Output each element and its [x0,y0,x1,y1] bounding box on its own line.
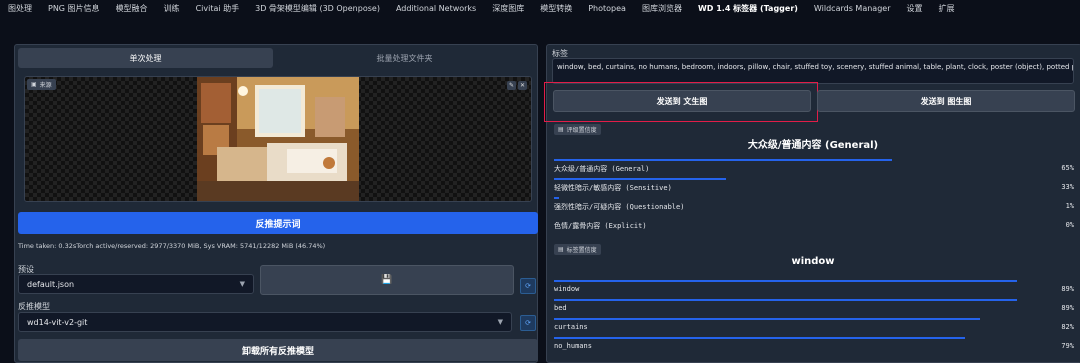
tag-row: bed 89% [554,299,1074,317]
rating-name: 色情/露骨内容 (Explicit) [554,222,647,230]
tab-train[interactable]: 训练 [156,0,188,18]
model-value: wd14-vit-v2-git [27,317,88,327]
mode-tabs: 单次处理 批量处理文件夹 [18,48,532,68]
tag-confidence-label-text: 标签置信度 [566,247,597,254]
tab-image-processing[interactable]: 图处理 [0,0,40,18]
tab-civitai-helper[interactable]: Civitai 助手 [188,0,248,18]
rating-name: 轻微性暗示/敏感内容 (Sensitive) [554,184,672,192]
rating-name: 强烈性暗示/可疑内容 (Questionable) [554,203,685,211]
tab-image-browser[interactable]: 图库浏览器 [634,0,690,18]
unload-models-button[interactable]: 卸载所有反推模型 [18,339,538,361]
save-preset-button[interactable]: 💾 [260,265,514,295]
tab-single-process[interactable]: 单次处理 [18,48,273,68]
rating-name: 大众级/普通内容 (General) [554,165,650,173]
tag-name: curtains [554,323,588,331]
tab-png-info[interactable]: PNG 图片信息 [40,0,108,18]
confidence-bar [554,197,560,199]
rating-row: 色情/露骨内容 (Explicit) 0% [554,216,1074,234]
preset-select[interactable]: default.json ▼ [18,274,254,294]
rating-percent: 0% [1065,221,1074,229]
rating-percent: 65% [1061,164,1074,172]
preset-value: default.json [27,279,75,289]
tag-confidence-label: ▤ 标签置信度 [554,244,601,255]
tab-additional-networks[interactable]: Additional Networks [388,0,484,18]
tab-depth-library[interactable]: 深度图库 [484,0,532,18]
tab-model-merge[interactable]: 模型融合 [108,0,156,18]
image-icon: ▣ [31,81,37,88]
bedroom-photo [197,77,359,201]
label-icon: ▤ [558,246,564,253]
tab-model-convert[interactable]: 模型转换 [532,0,580,18]
source-label-text: 来源 [39,82,52,89]
top-tab-bar: 图处理 PNG 图片信息 模型融合 训练 Civitai 助手 3D 骨架模型编… [0,0,1080,18]
tab-extensions[interactable]: 扩展 [930,0,962,18]
send-to-img2img-button[interactable]: 发送到 图生图 [817,90,1075,112]
tag-row: window 89% [554,280,1074,298]
refresh-model-button[interactable]: ⟳ [520,315,536,331]
tag-name: bed [554,304,567,312]
tag-top-title: window [791,256,835,267]
confidence-bar [554,178,726,180]
source-label: ▣ 来源 [27,79,56,90]
tag-name: window [554,285,580,293]
time-taken-status: Time taken: 0.32sTorch active/reserved: … [18,242,326,250]
refresh-icon: ⟳ [525,282,531,290]
tab-settings[interactable]: 设置 [898,0,930,18]
tag-percent: 79% [1061,342,1074,350]
tag-row: no_humans 79% [554,337,1074,355]
tag-percent: 89% [1061,285,1074,293]
label-icon: ▤ [558,126,564,133]
tag-confidence-section: ▤ 标签置信度 window window 89% bed 89% curtai… [552,242,1074,361]
rating-confidence-section: ▤ 评级置信度 大众级/普通内容 (General) 大众级/普通内容 (Gen… [552,122,1074,236]
confidence-bar [554,299,1017,301]
interrogate-button[interactable]: 反推提示词 [18,212,538,234]
tab-batch-folder[interactable]: 批量处理文件夹 [277,48,532,68]
tag-percent: 82% [1061,323,1074,331]
chevron-down-icon: ▼ [497,318,503,326]
rating-percent: 1% [1065,202,1074,210]
rating-row: 大众级/普通内容 (General) 65% [554,159,1074,177]
tab-wd-tagger[interactable]: WD 1.4 标签器 (Tagger) [690,0,806,18]
close-icon[interactable]: ✕ [518,81,527,90]
tag-name: no_humans [554,342,592,350]
save-icon: 💾 [381,275,393,285]
model-select[interactable]: wd14-vit-v2-git ▼ [18,312,512,332]
confidence-bar [554,337,965,339]
tag-row: curtains 82% [554,318,1074,336]
rating-percent: 33% [1061,183,1074,191]
tag-percent: 89% [1061,304,1074,312]
refresh-icon: ⟳ [525,319,531,327]
source-image-upload[interactable]: ▣ 来源 ✎ ✕ [24,76,532,202]
rating-confidence-label: ▤ 评级置信度 [554,124,601,135]
confidence-bar [554,318,981,320]
tab-wildcards-manager[interactable]: Wildcards Manager [806,0,899,18]
rating-row: 轻微性暗示/敏感内容 (Sensitive) 33% [554,178,1074,196]
confidence-bar [554,280,1017,282]
rating-top-title: 大众级/普通内容 (General) [747,140,879,151]
rating-row: 强烈性暗示/可疑内容 (Questionable) 1% [554,197,1074,215]
send-to-txt2img-button[interactable]: 发送到 文生图 [553,90,811,112]
chevron-down-icon: ▼ [239,280,245,288]
refresh-preset-button[interactable]: ⟳ [520,278,536,294]
confidence-bar [554,159,892,161]
model-label: 反推模型 [18,302,50,311]
tags-output[interactable]: window, bed, curtains, no humans, bedroo… [552,58,1074,84]
rating-confidence-label-text: 评级置信度 [566,127,597,134]
tab-photopea[interactable]: Photopea [580,0,634,18]
tab-3d-openpose[interactable]: 3D 骨架模型编辑 (3D Openpose) [247,0,388,18]
edit-icon[interactable]: ✎ [507,81,516,90]
